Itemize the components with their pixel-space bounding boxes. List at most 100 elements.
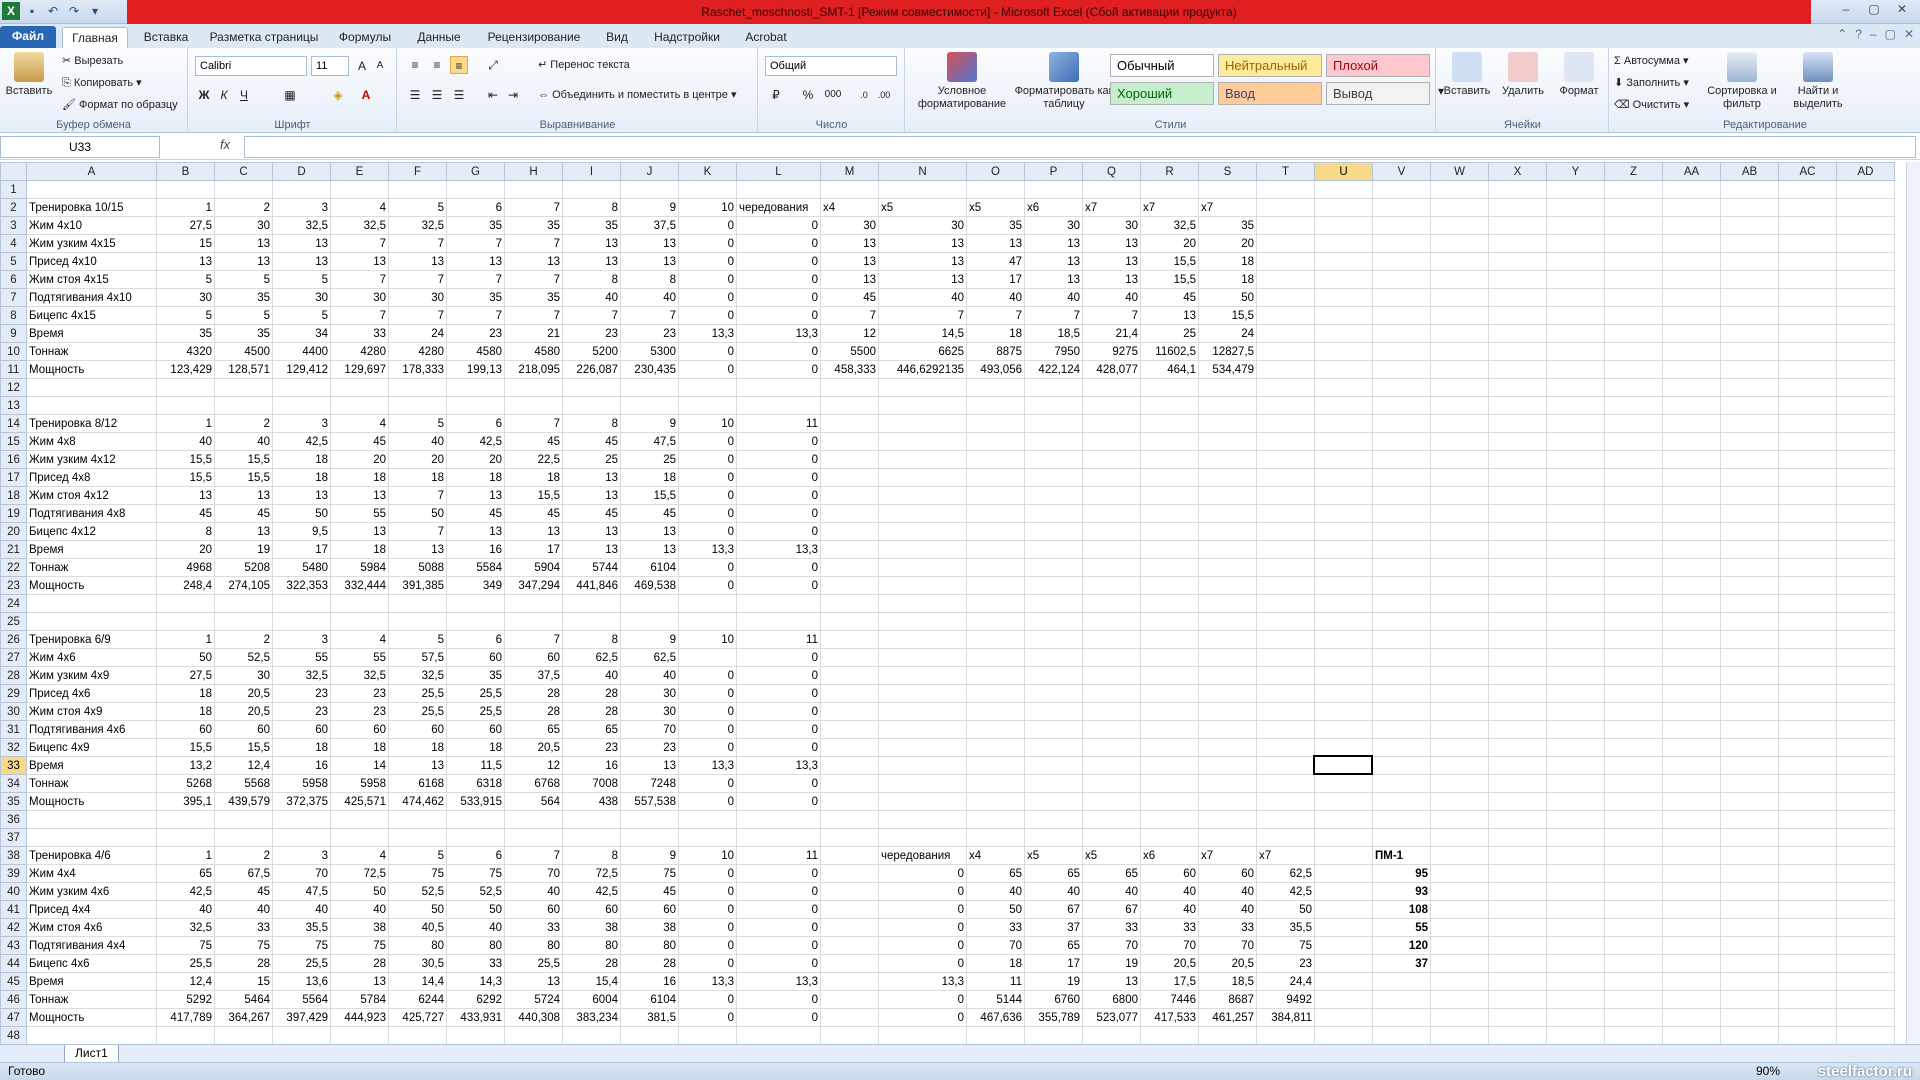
style-input[interactable]: Ввод <box>1218 82 1322 105</box>
tab-view[interactable]: Вид <box>596 27 638 48</box>
cell-q3[interactable]: 30 <box>1082 216 1141 235</box>
format-cells-button[interactable]: Формат <box>1551 52 1607 98</box>
cell-q45[interactable]: 13 <box>1082 972 1141 991</box>
cell-y2[interactable] <box>1546 198 1605 217</box>
cell-z23[interactable] <box>1604 576 1663 595</box>
cell-a12[interactable] <box>26 378 157 397</box>
cell-r27[interactable] <box>1140 648 1199 667</box>
cell-c5[interactable]: 13 <box>214 252 273 271</box>
cell-b24[interactable] <box>156 594 215 613</box>
row-header-25[interactable]: 25 <box>0 612 27 631</box>
row-header-26[interactable]: 26 <box>0 630 27 649</box>
cell-ab7[interactable] <box>1720 288 1779 307</box>
cell-w43[interactable] <box>1430 936 1489 955</box>
cell-z34[interactable] <box>1604 774 1663 793</box>
cell-v37[interactable] <box>1372 828 1431 847</box>
cell-a14[interactable]: Тренировка 8/12 <box>26 414 157 433</box>
cell-g32[interactable]: 18 <box>446 738 505 757</box>
cell-x31[interactable] <box>1488 720 1547 739</box>
cell-s2[interactable]: x7 <box>1198 198 1257 217</box>
cell-p33[interactable] <box>1024 756 1083 775</box>
cell-w40[interactable] <box>1430 882 1489 901</box>
cell-k18[interactable]: 0 <box>678 486 737 505</box>
cell-i25[interactable] <box>562 612 621 631</box>
cell-ad43[interactable] <box>1836 936 1895 955</box>
italic-button[interactable]: К <box>215 86 233 104</box>
cell-ab20[interactable] <box>1720 522 1779 541</box>
cell-n5[interactable]: 13 <box>878 252 967 271</box>
cell-u23[interactable] <box>1314 576 1373 595</box>
cell-r24[interactable] <box>1140 594 1199 613</box>
cell-f21[interactable]: 13 <box>388 540 447 559</box>
cell-aa7[interactable] <box>1662 288 1721 307</box>
cell-h15[interactable]: 45 <box>504 432 563 451</box>
cell-o34[interactable] <box>966 774 1025 793</box>
cell-y20[interactable] <box>1546 522 1605 541</box>
cell-l44[interactable]: 0 <box>736 954 821 973</box>
cell-s37[interactable] <box>1198 828 1257 847</box>
cell-h18[interactable]: 15,5 <box>504 486 563 505</box>
cell-n13[interactable] <box>878 396 967 415</box>
sheet-tab-list1[interactable]: Лист1 <box>64 1045 119 1063</box>
cell-l32[interactable]: 0 <box>736 738 821 757</box>
column-header-n[interactable]: N <box>878 162 967 181</box>
cell-v6[interactable] <box>1372 270 1431 289</box>
cell-c8[interactable]: 5 <box>214 306 273 325</box>
cell-k20[interactable]: 0 <box>678 522 737 541</box>
format-as-table-button[interactable]: Форматировать как таблицу <box>1014 52 1114 111</box>
cell-a39[interactable]: Жим 4x4 <box>26 864 157 883</box>
cell-h3[interactable]: 35 <box>504 216 563 235</box>
grow-font-icon[interactable]: A <box>353 57 371 75</box>
cell-z32[interactable] <box>1604 738 1663 757</box>
cell-ac10[interactable] <box>1778 342 1837 361</box>
cell-ad12[interactable] <box>1836 378 1895 397</box>
cell-f6[interactable]: 7 <box>388 270 447 289</box>
sort-filter-button[interactable]: Сортировка и фильтр <box>1704 52 1780 111</box>
cell-o6[interactable]: 17 <box>966 270 1025 289</box>
cell-r45[interactable]: 17,5 <box>1140 972 1199 991</box>
cell-ac15[interactable] <box>1778 432 1837 451</box>
cell-q17[interactable] <box>1082 468 1141 487</box>
cell-u1[interactable] <box>1314 180 1373 199</box>
font-color-icon[interactable]: A <box>357 86 375 104</box>
cell-i40[interactable]: 42,5 <box>562 882 621 901</box>
cell-z9[interactable] <box>1604 324 1663 343</box>
cell-q19[interactable] <box>1082 504 1141 523</box>
cell-f19[interactable]: 50 <box>388 504 447 523</box>
cell-c25[interactable] <box>214 612 273 631</box>
cell-u16[interactable] <box>1314 450 1373 469</box>
cell-v38[interactable]: ПМ-1 <box>1372 846 1431 865</box>
column-header-f[interactable]: F <box>388 162 447 181</box>
cell-k39[interactable]: 0 <box>678 864 737 883</box>
cell-a18[interactable]: Жим стоя 4x12 <box>26 486 157 505</box>
cell-ad44[interactable] <box>1836 954 1895 973</box>
cell-w33[interactable] <box>1430 756 1489 775</box>
cell-d23[interactable]: 322,353 <box>272 576 331 595</box>
cell-u12[interactable] <box>1314 378 1373 397</box>
cell-w34[interactable] <box>1430 774 1489 793</box>
cell-x25[interactable] <box>1488 612 1547 631</box>
cell-t46[interactable]: 9492 <box>1256 990 1315 1009</box>
cell-h46[interactable]: 5724 <box>504 990 563 1009</box>
cell-y43[interactable] <box>1546 936 1605 955</box>
cell-g43[interactable]: 80 <box>446 936 505 955</box>
cell-y46[interactable] <box>1546 990 1605 1009</box>
cell-c9[interactable]: 35 <box>214 324 273 343</box>
cell-j44[interactable]: 28 <box>620 954 679 973</box>
cell-j16[interactable]: 25 <box>620 450 679 469</box>
cell-q16[interactable] <box>1082 450 1141 469</box>
cell-c15[interactable]: 40 <box>214 432 273 451</box>
cell-x33[interactable] <box>1488 756 1547 775</box>
cell-e31[interactable]: 60 <box>330 720 389 739</box>
cell-aa44[interactable] <box>1662 954 1721 973</box>
cell-y25[interactable] <box>1546 612 1605 631</box>
cell-o19[interactable] <box>966 504 1025 523</box>
cell-ab14[interactable] <box>1720 414 1779 433</box>
cell-u15[interactable] <box>1314 432 1373 451</box>
cell-x37[interactable] <box>1488 828 1547 847</box>
cell-a43[interactable]: Подтягивания 4x4 <box>26 936 157 955</box>
cell-ac40[interactable] <box>1778 882 1837 901</box>
cell-c3[interactable]: 30 <box>214 216 273 235</box>
cell-w1[interactable] <box>1430 180 1489 199</box>
cell-k24[interactable] <box>678 594 737 613</box>
